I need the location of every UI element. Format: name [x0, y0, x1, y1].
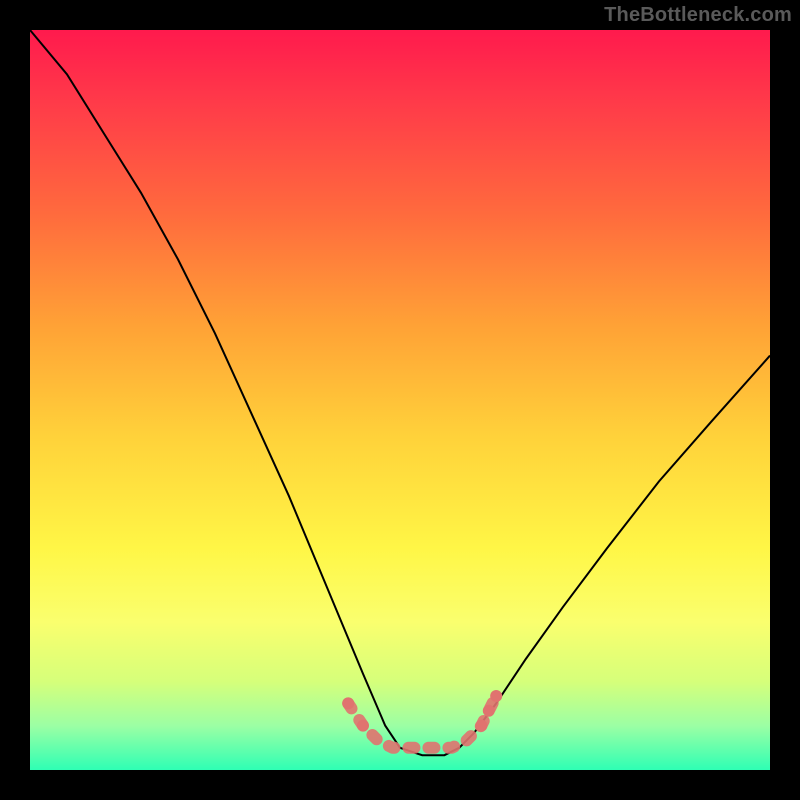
marker-dot	[490, 690, 502, 702]
curve-path	[30, 30, 770, 755]
chart-svg	[30, 30, 770, 770]
plot-area	[30, 30, 770, 770]
bottleneck-curve	[30, 30, 770, 755]
marker-dot	[475, 720, 487, 732]
marker-dot	[357, 720, 369, 732]
chart-frame: TheBottleneck.com	[0, 0, 800, 800]
marker-dot	[483, 705, 495, 717]
marker-band	[342, 690, 502, 748]
watermark-text: TheBottleneck.com	[604, 4, 792, 27]
marker-band-path	[348, 696, 496, 748]
marker-dot	[342, 697, 354, 709]
